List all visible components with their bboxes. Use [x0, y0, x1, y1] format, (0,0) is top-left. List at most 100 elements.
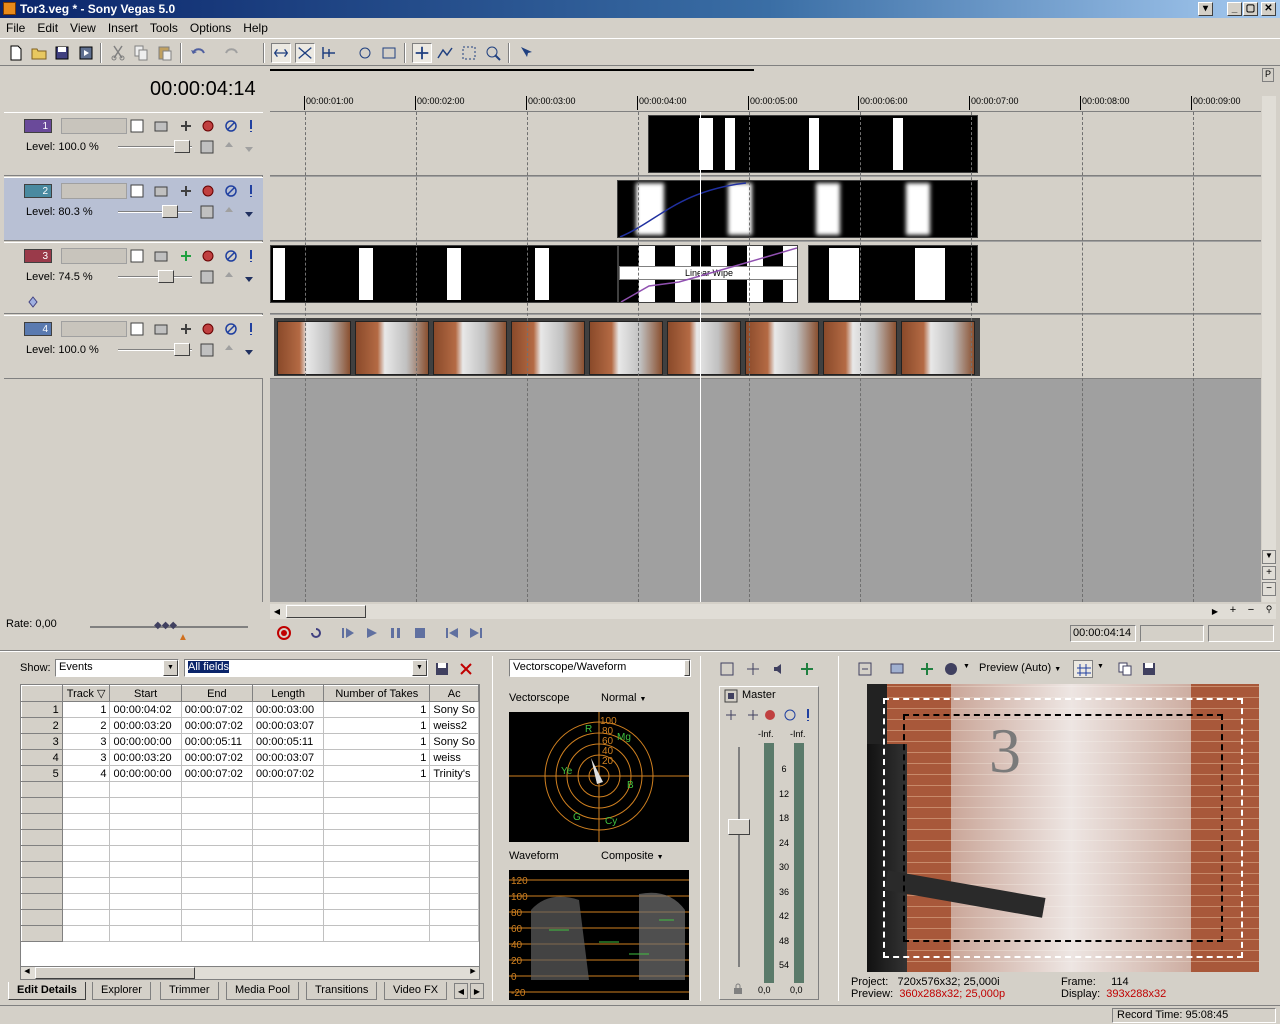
cell-end[interactable]: 00:00:07:02	[180, 749, 254, 766]
composite-mode-icon[interactable]	[154, 119, 168, 133]
tab-scroll-left-icon[interactable]: ◀	[454, 983, 468, 999]
solo-icon[interactable]	[244, 249, 258, 263]
docking-divider[interactable]	[0, 650, 1280, 652]
zoom-out-vertical-icon[interactable]: −	[1262, 582, 1276, 596]
zoom-in-time-icon[interactable]: +	[1226, 604, 1240, 619]
column-header-track[interactable]: Track ▽	[61, 685, 111, 702]
solo-icon[interactable]	[244, 184, 258, 198]
save-icon[interactable]	[52, 43, 72, 63]
cell-track[interactable]: 4	[61, 765, 111, 782]
rate-slider-thumb[interactable]: ◆◆◆	[154, 620, 177, 631]
cell-takes[interactable]: 1	[323, 717, 431, 734]
copy-icon[interactable]	[131, 43, 151, 63]
render-icon[interactable]	[76, 43, 96, 63]
marker-toggle-icon[interactable]: P	[1262, 68, 1274, 82]
track-name-field[interactable]	[61, 183, 127, 199]
scroll-left-icon[interactable]: ◀	[21, 967, 33, 979]
cell-end[interactable]: 00:00:07:02	[180, 717, 254, 734]
table-row[interactable]: 3 3 00:00:00:00 00:00:05:11 00:00:05:11 1 Sony…	[21, 733, 479, 750]
transition-event[interactable]: Linear Wipe	[618, 245, 798, 303]
cell-start[interactable]: 00:00:04:02	[109, 701, 182, 718]
cell-start[interactable]: 00:00:00:00	[109, 765, 182, 782]
play-icon[interactable]	[364, 625, 380, 641]
zoom-edit-tool-icon[interactable]	[483, 43, 503, 63]
track-level-slider[interactable]	[118, 140, 192, 153]
scroll-right-icon[interactable]: ▶	[467, 967, 479, 979]
keyframe-diamond-icon[interactable]	[26, 295, 40, 309]
track-name-field[interactable]	[61, 321, 127, 337]
preview-quality-dropdown[interactable]: Preview (Auto) ▼	[979, 662, 1061, 674]
cell-track[interactable]: 2	[61, 717, 111, 734]
column-header-end[interactable]: End	[180, 685, 254, 702]
preview-fx-icon[interactable]	[919, 661, 935, 677]
pause-icon[interactable]	[388, 625, 404, 641]
help-button[interactable]: ▾	[1198, 2, 1213, 16]
whats-this-help-icon[interactable]	[516, 43, 536, 63]
expand-keyframes-icon[interactable]	[200, 205, 214, 219]
composite-mode-icon[interactable]	[154, 184, 168, 198]
track-fx-icon[interactable]	[201, 119, 215, 133]
cell-takes[interactable]: 1	[323, 765, 431, 782]
vectorscope-mode-dropdown[interactable]: Normal ▼	[601, 692, 646, 704]
table-row[interactable]: 5 4 00:00:00:00 00:00:07:02 00:00:07:02 1 Trin…	[21, 765, 479, 782]
cell-end[interactable]: 00:00:07:02	[180, 701, 254, 718]
menu-insert[interactable]: Insert	[102, 19, 144, 35]
timeline-area[interactable]: Linear Wipe	[270, 112, 1261, 602]
paste-icon[interactable]	[155, 43, 175, 63]
mute-icon[interactable]	[224, 184, 238, 198]
external-monitor-icon[interactable]	[889, 661, 905, 677]
dim-output-icon[interactable]	[771, 661, 787, 677]
cell-length[interactable]: 00:00:03:00	[251, 701, 325, 718]
loop-playback-icon[interactable]	[308, 625, 324, 641]
track-name-field[interactable]	[61, 118, 127, 134]
overlays-grid-icon[interactable]	[1073, 660, 1093, 678]
make-compositing-child-icon[interactable]	[179, 184, 193, 198]
slider-thumb[interactable]	[174, 343, 190, 356]
column-header-number-of-takes[interactable]: Number of Takes	[323, 685, 431, 702]
track-header-2[interactable]: 2 Level: 80.3 %	[4, 177, 263, 241]
track-header-3[interactable]: 3 Level: 74.5 %	[4, 242, 263, 314]
menu-edit[interactable]: Edit	[31, 19, 64, 35]
chevron-down-icon[interactable]: ▼	[963, 663, 970, 670]
zoom-tool-icon[interactable]: ⚲	[1262, 604, 1276, 619]
tab-media-pool[interactable]: Media Pool	[226, 982, 300, 1000]
track-fx-icon[interactable]	[201, 249, 215, 263]
cell-takes[interactable]: 1	[323, 749, 431, 766]
tab-trimmer[interactable]: Trimmer	[160, 982, 219, 1000]
cell-track[interactable]: 1	[61, 701, 111, 718]
delete-view-icon[interactable]	[458, 661, 474, 677]
menu-tools[interactable]: Tools	[144, 19, 184, 35]
move-up-icon[interactable]	[222, 270, 236, 284]
scroll-thumb[interactable]	[35, 967, 195, 979]
video-event[interactable]	[808, 245, 978, 303]
move-down-icon[interactable]	[242, 270, 256, 284]
undo-icon[interactable]	[188, 43, 208, 63]
expand-keyframes-icon[interactable]	[200, 270, 214, 284]
move-up-icon[interactable]	[222, 205, 236, 219]
move-down-icon[interactable]	[242, 140, 256, 154]
snapping-icon[interactable]	[319, 43, 339, 63]
master-fx-buttons[interactable]	[724, 707, 814, 723]
save-snapshot-icon[interactable]	[1141, 661, 1157, 677]
tab-video-fx[interactable]: Video FX	[384, 982, 448, 1000]
composite-mode-icon[interactable]	[154, 322, 168, 336]
make-compositing-child-icon[interactable]	[179, 119, 193, 133]
column-header-length[interactable]: Length	[251, 685, 325, 702]
solo-icon[interactable]	[244, 119, 258, 133]
move-up-icon[interactable]	[222, 343, 236, 357]
track-lane-4[interactable]	[270, 315, 1261, 379]
cell-takes[interactable]: 1	[323, 733, 431, 750]
slider-thumb[interactable]	[162, 205, 178, 218]
menu-file[interactable]: File	[0, 19, 31, 35]
track-fx-icon[interactable]	[201, 322, 215, 336]
tab-explorer[interactable]: Explorer	[92, 982, 151, 1000]
minimize-button[interactable]: _	[1227, 2, 1242, 16]
scroll-down-icon[interactable]: ▼	[1262, 550, 1276, 564]
scroll-left-icon[interactable]: ◀	[270, 604, 284, 619]
track-lane-3[interactable]: Linear Wipe	[270, 242, 1261, 314]
record-icon[interactable]	[276, 625, 292, 641]
lock-icon[interactable]	[732, 983, 744, 995]
track-level-slider[interactable]	[118, 205, 192, 218]
scopes-selector-dropdown[interactable]: Vectorscope/Waveform	[509, 659, 691, 677]
video-event[interactable]	[617, 180, 978, 238]
